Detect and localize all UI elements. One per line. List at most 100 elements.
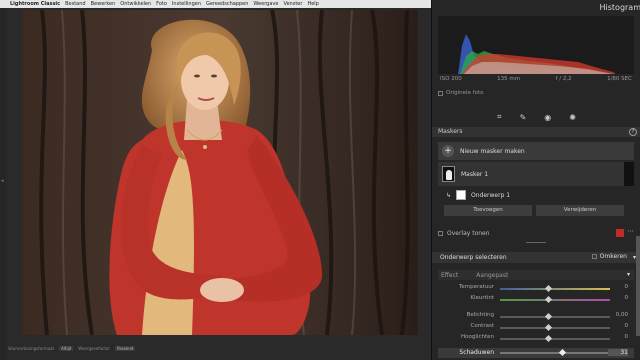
sub-mask-item[interactable]: ↳ Onderwerp 1 [446, 187, 634, 203]
redeye-icon[interactable]: ◉ [544, 113, 551, 122]
effect-preset-select[interactable]: Aangepast [476, 272, 508, 279]
portrait-photo [22, 10, 418, 335]
mask-actions: Toevoegen Verwijderen [444, 205, 624, 216]
slider-shadows[interactable]: Schaduwen 31 [438, 348, 634, 358]
plus-icon: + [442, 145, 454, 157]
remove-label: Verwijderen [563, 207, 597, 213]
menu-item-ontwikkelen[interactable]: Ontwikkelen [120, 1, 151, 7]
mask-list-item[interactable]: Masker 1 [438, 162, 634, 186]
overlay-color-swatch[interactable] [616, 229, 624, 237]
effect-row: Effect Aangepast ▾ [438, 270, 634, 280]
slider-knob[interactable] [544, 334, 553, 343]
menu-bar: Lightroom Classic Bestand Bewerken Ontwi… [0, 0, 431, 8]
slider-knob[interactable] [558, 348, 567, 357]
help-icon[interactable]: ? [629, 128, 637, 136]
link-icon: ↳ [446, 191, 452, 199]
slider-value[interactable]: 0 [608, 334, 629, 340]
histogram[interactable] [438, 16, 634, 74]
menu-item-venster[interactable]: Venster [283, 1, 302, 7]
menu-item-foto[interactable]: Foto [156, 1, 167, 7]
slider-value[interactable]: 0,00 [608, 312, 628, 318]
develop-panel: Histogram ISO 200 135 mm f / 2,2 1/80 SE… [431, 0, 640, 360]
slider-label: Contrast [470, 323, 494, 329]
slider-value[interactable]: 0 [608, 284, 629, 290]
zoom-factor-value[interactable]: Passend [115, 345, 136, 351]
aperture-value: f / 2,2 [555, 76, 572, 82]
histogram-title[interactable]: Histogram [432, 3, 640, 12]
tool-strip: ⌗ ✎ ◉ ✺ [432, 110, 640, 124]
remove-button[interactable]: Verwijderen [536, 205, 624, 216]
effect-label: Effect [441, 271, 459, 279]
histogram-graph [458, 34, 616, 74]
slider-knob[interactable] [544, 312, 553, 321]
add-label: Toevoegen [473, 207, 503, 213]
camera-info: ISO 200 135 mm f / 2,2 1/80 SEC [438, 76, 634, 82]
mask-name: Masker 1 [461, 170, 489, 178]
slider-label: Belichting [466, 312, 494, 318]
photo-preview[interactable] [22, 10, 418, 335]
subject-select-header[interactable]: Onderwerp selecteren Omkeren ▾ [432, 252, 640, 263]
original-photo-toggle[interactable]: Originele foto [438, 90, 484, 96]
new-mask-label: Nieuw masker maken [460, 147, 525, 155]
subject-select-title: Onderwerp selecteren [440, 254, 507, 261]
overlay-label: Overlay tonen [447, 229, 490, 237]
menu-item-bestand[interactable]: Bestand [65, 1, 85, 7]
slider-label: Hooglichten [461, 334, 494, 340]
focal-length: 135 mm [497, 76, 521, 82]
menu-item-help[interactable]: Help [307, 1, 318, 7]
menu-item-bewerken[interactable]: Bewerken [91, 1, 116, 7]
preview-size-label: Voorvertoningsformaat [8, 345, 55, 351]
invert-checkbox[interactable] [591, 254, 597, 259]
effect-collapse-icon[interactable]: ▾ [627, 271, 630, 278]
panel-divider[interactable] [526, 242, 546, 243]
slider-value[interactable]: 0 [608, 323, 629, 329]
slider-track[interactable] [500, 352, 610, 354]
slider-value[interactable]: 0 [608, 295, 629, 301]
panel-scrollbar[interactable] [636, 236, 640, 336]
shutter-speed: 1/80 SEC [607, 76, 632, 82]
mask-icon[interactable]: ✺ [569, 113, 576, 122]
slider-exposure[interactable]: Belichting 0,00 [438, 312, 634, 321]
sub-mask-name: Onderwerp 1 [471, 191, 511, 199]
filmstrip-info-bar: Voorvertoningsformaat Altijd Weergavefac… [0, 344, 431, 352]
slider-track[interactable] [500, 327, 610, 329]
slider-label: Temperatuur [458, 284, 494, 290]
slider-knob[interactable] [544, 295, 553, 304]
slider-tint[interactable]: Kleurtint 0 [438, 295, 634, 304]
mask-color-chip [624, 162, 634, 186]
slider-track[interactable] [500, 338, 610, 340]
slider-temperature[interactable]: Temperatuur 0 [438, 284, 634, 293]
menu-item-gereedschappen[interactable]: Gereedschappen [206, 1, 248, 7]
masks-panel-header[interactable]: Maskers ? [432, 127, 640, 137]
crop-icon[interactable]: ⌗ [497, 112, 502, 122]
preview-size-value[interactable]: Altijd [59, 345, 74, 351]
slider-contrast[interactable]: Contrast 0 [438, 323, 634, 332]
menu-item-instellingen[interactable]: Instellingen [172, 1, 201, 7]
left-panel-collapsed[interactable]: ◂ [0, 8, 6, 360]
menu-app-name[interactable]: Lightroom Classic [10, 1, 60, 7]
slider-value[interactable]: 31 [608, 349, 628, 356]
iso-value: ISO 200 [440, 76, 462, 82]
mask-thumbnail [442, 166, 455, 182]
overlay-checkbox[interactable] [438, 230, 443, 236]
slider-knob[interactable] [544, 284, 553, 293]
expand-left-icon[interactable]: ◂ [1, 178, 4, 184]
invert-toggle[interactable]: Omkeren [591, 253, 627, 260]
add-button[interactable]: Toevoegen [444, 205, 532, 216]
original-photo-label: Originele foto [446, 90, 484, 96]
slider-track[interactable] [500, 299, 610, 301]
slider-track[interactable] [500, 316, 610, 318]
menu-item-weergave[interactable]: Weergave [253, 1, 278, 7]
slider-knob[interactable] [544, 323, 553, 332]
slider-track[interactable] [500, 288, 610, 290]
masks-title: Maskers [438, 128, 463, 135]
subject-icon [456, 190, 467, 200]
new-mask-button[interactable]: + Nieuw masker maken [438, 142, 634, 160]
slider-label: Schaduwen [459, 349, 494, 356]
original-photo-checkbox[interactable] [438, 90, 443, 96]
heal-icon[interactable]: ✎ [520, 113, 527, 122]
slider-highlights[interactable]: Hooglichten 0 [438, 334, 634, 343]
invert-label: Omkeren [599, 253, 627, 260]
more-options-icon[interactable]: ⋯ [627, 227, 634, 235]
overlay-row[interactable]: Overlay tonen ⋯ [438, 227, 634, 239]
